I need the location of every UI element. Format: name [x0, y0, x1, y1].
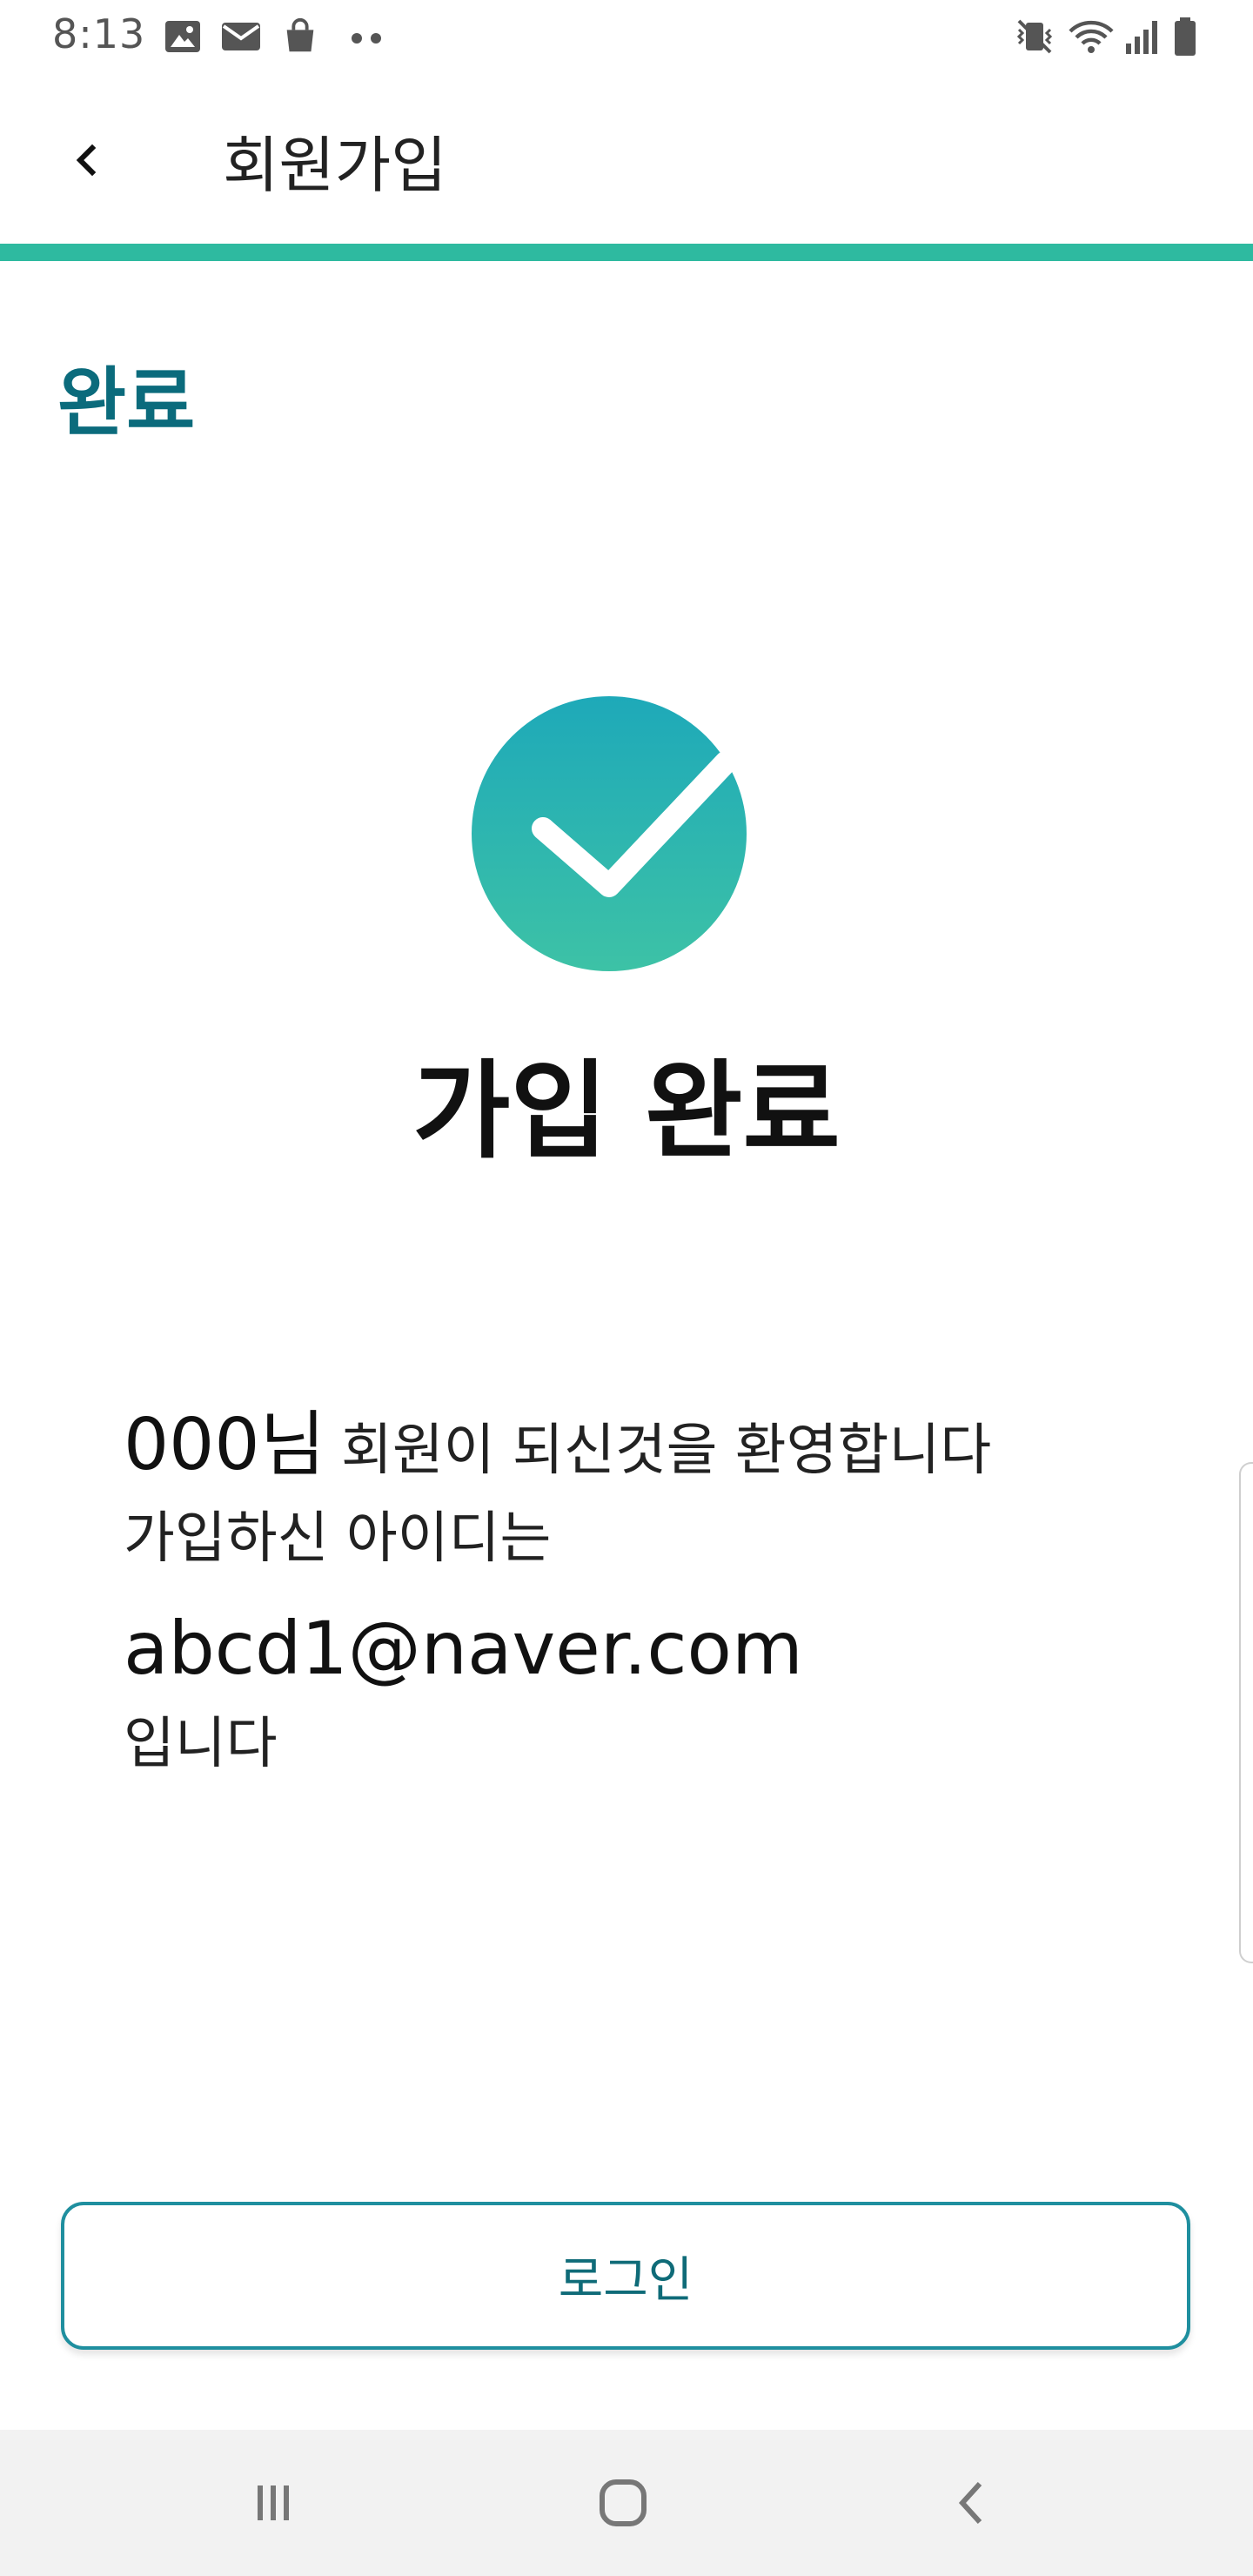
signup-complete-screen: 8:13 회원가입 완료 가입 완료 000님 회원이 되신것을 환영합니다 가… [0, 0, 1253, 2576]
check-circle-icon [472, 696, 747, 971]
status-bar: 8:13 [0, 0, 1253, 73]
page-title: 회원가입 [223, 130, 447, 201]
id-intro-text: 가입하신 아이디는 [124, 1506, 552, 1571]
system-nav-bar [0, 2430, 1253, 2576]
suffix-text: 입니다 [124, 1712, 278, 1776]
signup-progress-bar [0, 244, 1253, 261]
user-email: abcd1@naver.com [124, 1606, 803, 1691]
image-icon [162, 16, 204, 57]
back-button[interactable] [52, 125, 122, 195]
complete-title: 가입 완료 [412, 1050, 841, 1173]
progress-fill [0, 244, 1253, 261]
login-button[interactable]: 로그인 [61, 2202, 1190, 2350]
app-header: 회원가입 [0, 73, 1253, 244]
user-name: 000님 [124, 1404, 325, 1486]
signal-icon [1124, 16, 1163, 57]
battery-icon [1171, 16, 1199, 57]
home-icon[interactable] [580, 2459, 667, 2546]
login-button-label: 로그인 [558, 2251, 694, 2309]
wifi-icon [1067, 16, 1116, 57]
recent-apps-icon[interactable] [230, 2459, 317, 2546]
vibrate-mute-icon [1013, 16, 1056, 57]
status-time: 8:13 [52, 10, 146, 57]
chevron-left-icon [76, 144, 97, 177]
step-label: 완료 [57, 359, 196, 446]
welcome-message: 000님 회원이 되신것을 환영합니다 가입하신 아이디는 abcd1@nave… [124, 1410, 1150, 1803]
edge-panel-handle[interactable] [1239, 1462, 1253, 1963]
welcome-line: 000님 회원이 되신것을 환영합니다 [124, 1410, 1150, 1507]
welcome-text: 회원이 되신것을 환영합니다 [340, 1419, 992, 1483]
shopping-bag-icon [280, 16, 320, 57]
more-dots-icon [348, 16, 386, 57]
back-icon[interactable] [929, 2459, 1016, 2546]
mail-icon [219, 16, 263, 57]
